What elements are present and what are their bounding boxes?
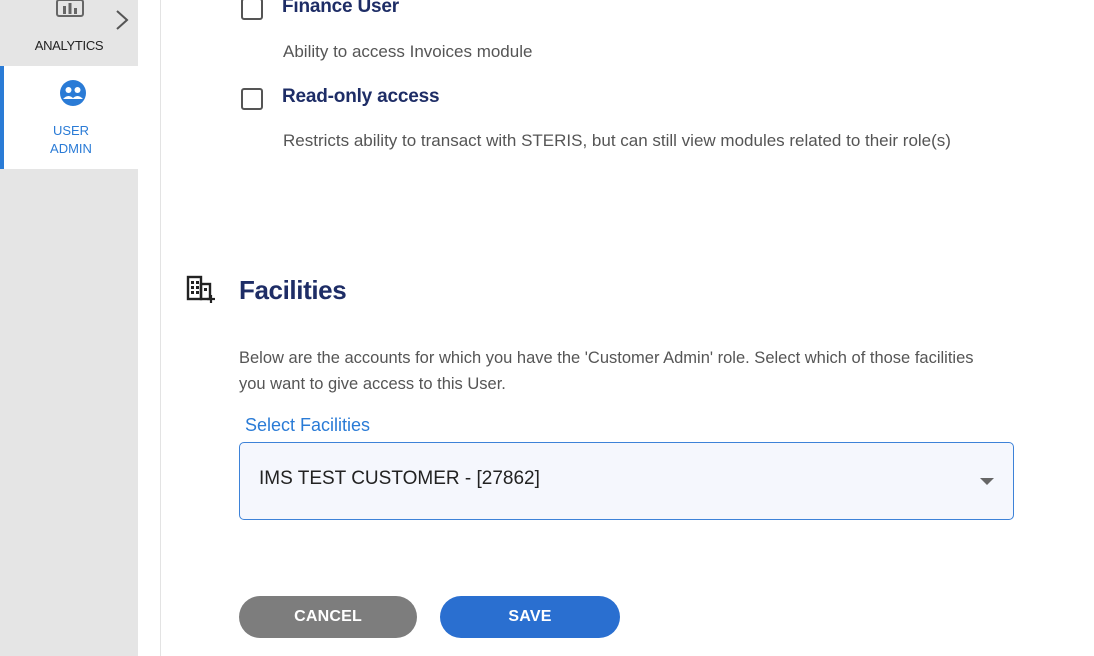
role-description-read-only-access: Restricts ability to transact with STERI… xyxy=(283,131,951,150)
sidebar-item-analytics[interactable]: ANALYTICS xyxy=(0,0,138,66)
save-button[interactable]: SAVE xyxy=(440,596,620,638)
cancel-button[interactable]: CANCEL xyxy=(239,596,417,638)
content-divider xyxy=(160,0,161,656)
sidebar: ANALYTICS USER ADMIN xyxy=(0,0,138,656)
role-title-finance-user: Finance User xyxy=(282,0,399,17)
sidebar-item-user-admin[interactable]: USER ADMIN xyxy=(0,66,138,169)
facilities-description: Below are the accounts for which you hav… xyxy=(239,349,974,393)
user-admin-icon xyxy=(60,80,86,106)
select-facilities-label: Select Facilities xyxy=(245,415,371,435)
facilities-select[interactable]: IMS TEST CUSTOMER - [27862] xyxy=(239,442,1014,520)
read-only-access-checkbox[interactable] xyxy=(241,88,263,110)
building-icon xyxy=(186,275,215,303)
analytics-icon xyxy=(56,0,84,17)
sidebar-item-label: ANALYTICS xyxy=(34,38,104,53)
role-title-read-only-access: Read-only access xyxy=(282,86,440,107)
caret-down-icon xyxy=(980,478,994,485)
sidebar-item-label: USER ADMIN xyxy=(50,123,92,156)
chevron-right-icon[interactable] xyxy=(112,8,132,32)
facilities-select-value: IMS TEST CUSTOMER - [27862] xyxy=(259,468,540,489)
facilities-title: Facilities xyxy=(239,275,347,305)
role-description-finance-user: Ability to access Invoices module xyxy=(283,42,533,61)
finance-user-checkbox[interactable] xyxy=(241,0,263,20)
